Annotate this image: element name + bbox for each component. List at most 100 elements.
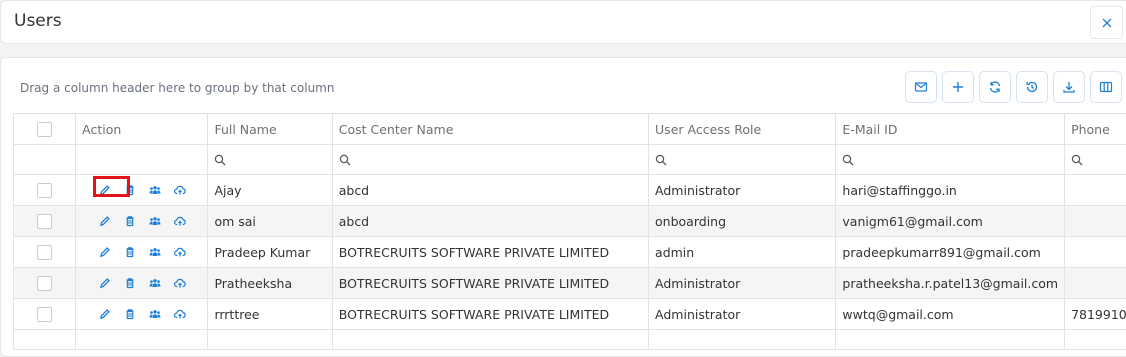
refresh-icon: [988, 80, 1002, 94]
filter-row: [14, 145, 1126, 175]
history-button[interactable]: [1016, 71, 1048, 103]
cell-phone: [1065, 237, 1126, 268]
cell-email: vanigm61@gmail.com: [836, 206, 1065, 237]
filter-email[interactable]: [836, 145, 1065, 175]
column-header-role[interactable]: User Access Role: [649, 114, 836, 145]
cell-role[interactable]: Administrator: [649, 299, 836, 330]
column-header-cost-center[interactable]: Cost Center Name: [332, 114, 648, 145]
row-checkbox[interactable]: [37, 245, 52, 260]
page-title: Users: [14, 11, 62, 31]
filter-cell-empty: [76, 145, 208, 175]
cloud-upload-icon[interactable]: [174, 308, 186, 320]
cloud-upload-icon[interactable]: [174, 246, 186, 258]
edit-icon[interactable]: [99, 215, 111, 227]
cell-email: wwtq@gmail.com: [836, 299, 1065, 330]
select-all-checkbox[interactable]: [37, 122, 52, 137]
group-panel-hint[interactable]: Drag a column header here to group by th…: [20, 81, 334, 95]
row-checkbox[interactable]: [37, 276, 52, 291]
email-button[interactable]: [905, 71, 937, 103]
cell-cost-center: abcd: [332, 206, 648, 237]
cell-full-name: rrrttree: [208, 299, 332, 330]
cell-email: hari@staffinggo.in: [836, 175, 1065, 206]
download-icon: [1062, 80, 1076, 94]
cell-cost-center: abcd: [332, 175, 648, 206]
search-icon: [214, 154, 226, 166]
cell-email: pratheeksha.r.patel13@gmail.com: [836, 268, 1065, 299]
table-row[interactable]: Pradeep Kumar BOTRECRUITS SOFTWARE PRIVA…: [14, 237, 1126, 268]
column-header-full-name[interactable]: Full Name: [208, 114, 332, 145]
users-icon[interactable]: [149, 184, 161, 196]
close-button[interactable]: [1090, 6, 1123, 39]
row-actions: [76, 175, 208, 206]
cell-cost-center: BOTRECRUITS SOFTWARE PRIVATE LIMITED: [332, 299, 648, 330]
users-icon[interactable]: [149, 215, 161, 227]
row-checkbox[interactable]: [37, 214, 52, 229]
export-button[interactable]: [1053, 71, 1085, 103]
users-table: Action Full Name Cost Center Name User A…: [13, 113, 1126, 350]
cloud-upload-icon[interactable]: [174, 184, 186, 196]
filter-role[interactable]: [649, 145, 836, 175]
column-header-email[interactable]: E-Mail ID: [836, 114, 1065, 145]
refresh-button[interactable]: [979, 71, 1011, 103]
header-row: Action Full Name Cost Center Name User A…: [14, 114, 1126, 145]
delete-icon[interactable]: [124, 215, 136, 227]
cell-role[interactable]: Administrator: [649, 268, 836, 299]
row-actions: [76, 206, 208, 237]
table-row[interactable]: rrrttree BOTRECRUITS SOFTWARE PRIVATE LI…: [14, 299, 1126, 330]
row-actions: [76, 299, 208, 330]
delete-icon[interactable]: [124, 277, 136, 289]
table-row[interactable]: om sai abcd onboarding vanigm61@gmail.co…: [14, 206, 1126, 237]
filter-phone[interactable]: [1065, 145, 1126, 175]
cloud-upload-icon[interactable]: [174, 277, 186, 289]
close-icon: [1102, 18, 1112, 28]
plus-icon: [951, 80, 965, 94]
row-checkbox[interactable]: [37, 307, 52, 322]
cell-email: pradeepkumarr891@gmail.com: [836, 237, 1065, 268]
filter-cost-center[interactable]: [332, 145, 648, 175]
column-header-phone[interactable]: Phone: [1065, 114, 1126, 145]
cell-full-name: om sai: [208, 206, 332, 237]
edit-icon[interactable]: [99, 277, 111, 289]
row-select-cell[interactable]: [14, 175, 76, 206]
cell-phone: [1065, 206, 1126, 237]
users-icon[interactable]: [149, 246, 161, 258]
users-icon[interactable]: [149, 277, 161, 289]
row-select-cell[interactable]: [14, 268, 76, 299]
select-all-cell[interactable]: [14, 114, 76, 145]
cell-phone: 7819910: [1065, 299, 1126, 330]
cell-cost-center: BOTRECRUITS SOFTWARE PRIVATE LIMITED: [332, 237, 648, 268]
column-header-action[interactable]: Action: [76, 114, 208, 145]
row-select-cell[interactable]: [14, 299, 76, 330]
row-select-cell[interactable]: [14, 237, 76, 268]
row-actions: [76, 268, 208, 299]
cell-phone: [1065, 175, 1126, 206]
cell-full-name: Ajay: [208, 175, 332, 206]
add-user-button[interactable]: [942, 71, 974, 103]
cell-cost-center: BOTRECRUITS SOFTWARE PRIVATE LIMITED: [332, 268, 648, 299]
cell-role[interactable]: admin: [649, 237, 836, 268]
cell-full-name: Pratheeksha: [208, 268, 332, 299]
table-row[interactable]: Ajay abcd Administrator hari@staffinggo.…: [14, 175, 1126, 206]
search-icon: [655, 154, 667, 166]
users-icon[interactable]: [149, 308, 161, 320]
cell-role[interactable]: Administrator: [649, 175, 836, 206]
row-select-cell[interactable]: [14, 206, 76, 237]
delete-icon[interactable]: [124, 308, 136, 320]
filter-cell-empty: [14, 145, 76, 175]
users-grid-panel: Drag a column header here to group by th…: [0, 57, 1126, 357]
filter-full-name[interactable]: [208, 145, 332, 175]
edit-icon[interactable]: [99, 184, 111, 196]
delete-icon[interactable]: [124, 246, 136, 258]
delete-icon[interactable]: [124, 184, 136, 196]
table-row-partial: [14, 330, 1126, 350]
cell-role[interactable]: onboarding: [649, 206, 836, 237]
edit-icon[interactable]: [99, 246, 111, 258]
search-icon: [842, 154, 854, 166]
history-icon: [1025, 80, 1039, 94]
table-row[interactable]: Pratheeksha BOTRECRUITS SOFTWARE PRIVATE…: [14, 268, 1126, 299]
cloud-upload-icon[interactable]: [174, 215, 186, 227]
edit-icon[interactable]: [99, 308, 111, 320]
row-checkbox[interactable]: [37, 183, 52, 198]
column-chooser-button[interactable]: [1090, 71, 1122, 103]
grid-toolbar: [905, 71, 1122, 103]
